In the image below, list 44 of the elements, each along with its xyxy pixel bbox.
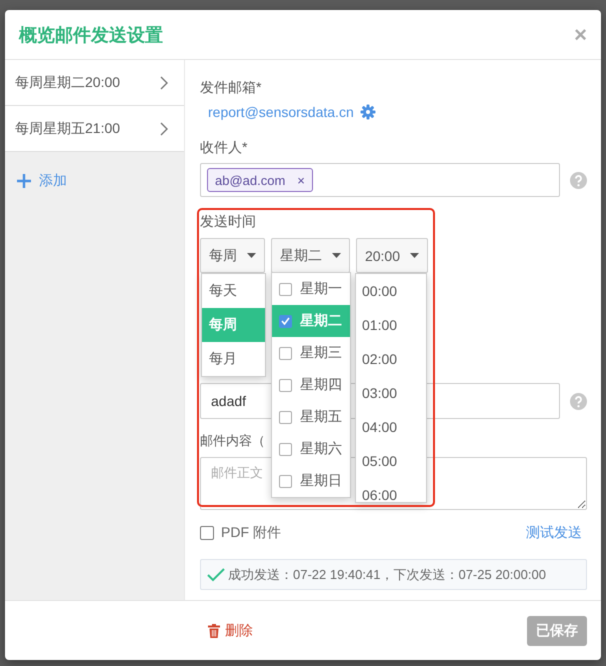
plus-icon xyxy=(17,174,31,188)
chevron-right-icon xyxy=(160,76,168,90)
time-option[interactable]: 03:00 xyxy=(356,376,426,410)
field-label: 邮件内容（ xyxy=(200,432,265,450)
weekday-option[interactable]: 星期六 xyxy=(272,433,350,465)
field-label: 收件人* xyxy=(200,138,248,157)
time-option[interactable]: 06:00 xyxy=(356,478,426,502)
field-label: 发送时间 xyxy=(200,212,256,231)
frequency-select[interactable]: 每周 xyxy=(200,238,265,273)
caret-down-icon xyxy=(332,253,341,258)
recipients-field[interactable]: ab@ad.com × xyxy=(200,163,560,197)
trash-icon xyxy=(208,624,220,638)
caret-down-icon xyxy=(410,253,420,258)
field-label: 发件邮箱* xyxy=(200,78,262,97)
check-icon xyxy=(207,566,225,582)
weekday-select[interactable]: 星期二 xyxy=(271,238,350,273)
delete-button[interactable]: 删除 xyxy=(208,622,253,640)
time-option[interactable]: 02:00 xyxy=(356,342,426,376)
help-icon xyxy=(570,172,587,188)
sender-email: report@sensorsdata.cn xyxy=(208,104,354,120)
caret-down-icon xyxy=(247,253,256,258)
time-option[interactable]: 00:00 xyxy=(356,274,426,308)
status-text: 成功发送：07-22 19:40:41，下次发送：07-25 20:00:00 xyxy=(228,566,546,584)
schedule-item[interactable]: 每周星期二20:00 xyxy=(5,60,184,106)
time-option[interactable]: 01:00 xyxy=(356,308,426,342)
menu-option[interactable]: 每月 xyxy=(202,342,265,376)
settings-icon[interactable] xyxy=(360,104,376,120)
time-option[interactable]: 04:00 xyxy=(356,410,426,444)
time-select[interactable]: 20:00 xyxy=(356,238,428,273)
help-icon xyxy=(570,392,587,410)
weekday-option[interactable]: 星期三 xyxy=(272,337,350,369)
time-option[interactable]: 05:00 xyxy=(356,444,426,478)
recipient-tag: ab@ad.com × xyxy=(207,168,313,192)
schedule-item[interactable]: 每周星期五21:00 xyxy=(5,106,184,152)
dialog-title: 概览邮件发送设置 xyxy=(19,24,163,46)
weekday-option[interactable]: 星期四 xyxy=(272,369,350,401)
weekday-option[interactable]: 星期五 xyxy=(272,401,350,433)
check-icon xyxy=(281,317,290,325)
chevron-right-icon xyxy=(160,122,168,136)
weekday-option[interactable]: 星期日 xyxy=(272,465,350,497)
menu-option[interactable]: 每天 xyxy=(202,274,265,308)
pdf-checkbox[interactable]: PDF 附件 xyxy=(200,524,281,542)
remove-button[interactable]: × xyxy=(297,172,305,188)
weekday-option[interactable]: 星期一 xyxy=(272,273,350,305)
